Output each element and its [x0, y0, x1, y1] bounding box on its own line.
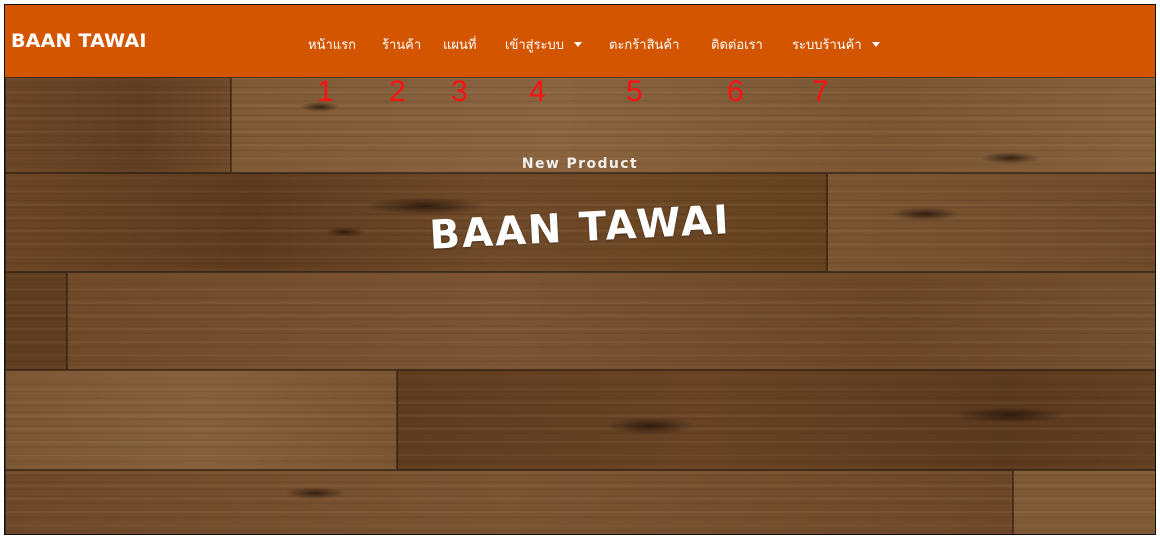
nav-item-home[interactable]: หน้าแรก: [308, 34, 356, 55]
nav-item-login[interactable]: เข้าสู่ระบบ: [505, 34, 583, 55]
nav-item-cart[interactable]: ตะกร้าสินค้า: [609, 34, 679, 55]
annotation-marker: 7: [812, 75, 829, 108]
nav-item-label: แผนที่: [443, 38, 477, 53]
nav-item-label: ติดต่อเรา: [711, 38, 763, 53]
annotation-marker: 4: [529, 75, 546, 108]
annotation-marker: 6: [727, 75, 744, 108]
brand-logo[interactable]: BAAN TAWAI: [11, 30, 147, 52]
hero-banner: [5, 77, 1155, 534]
chevron-down-icon: [871, 42, 880, 47]
chevron-down-icon: [574, 42, 583, 47]
nav-item-label: ระบบร้านค้า: [792, 38, 862, 53]
nav-item-label: หน้าแรก: [308, 38, 356, 53]
navbar: BAAN TAWAI หน้าแรก ร้านค้า แผนที่ เข้าสู…: [5, 5, 1155, 77]
annotation-marker: 3: [451, 75, 468, 108]
nav-item-shop[interactable]: ร้านค้า: [382, 34, 421, 55]
nav-item-label: ร้านค้า: [382, 38, 422, 53]
annotation-marker: 1: [317, 75, 334, 108]
annotation-marker: 2: [389, 75, 406, 108]
nav-item-map[interactable]: แผนที่: [443, 34, 476, 55]
nav-item-label: เข้าสู่ระบบ: [505, 38, 565, 53]
annotation-marker: 5: [626, 75, 643, 108]
hero-subtitle: New Product: [521, 156, 639, 172]
nav-item-shop-system[interactable]: ระบบร้านค้า: [792, 34, 880, 55]
nav-item-contact[interactable]: ติดต่อเรา: [711, 34, 763, 55]
browser-viewport: BAAN TAWAI หน้าแรก ร้านค้า แผนที่ เข้าสู…: [4, 4, 1156, 535]
nav-item-label: ตะกร้าสินค้า: [609, 38, 680, 53]
